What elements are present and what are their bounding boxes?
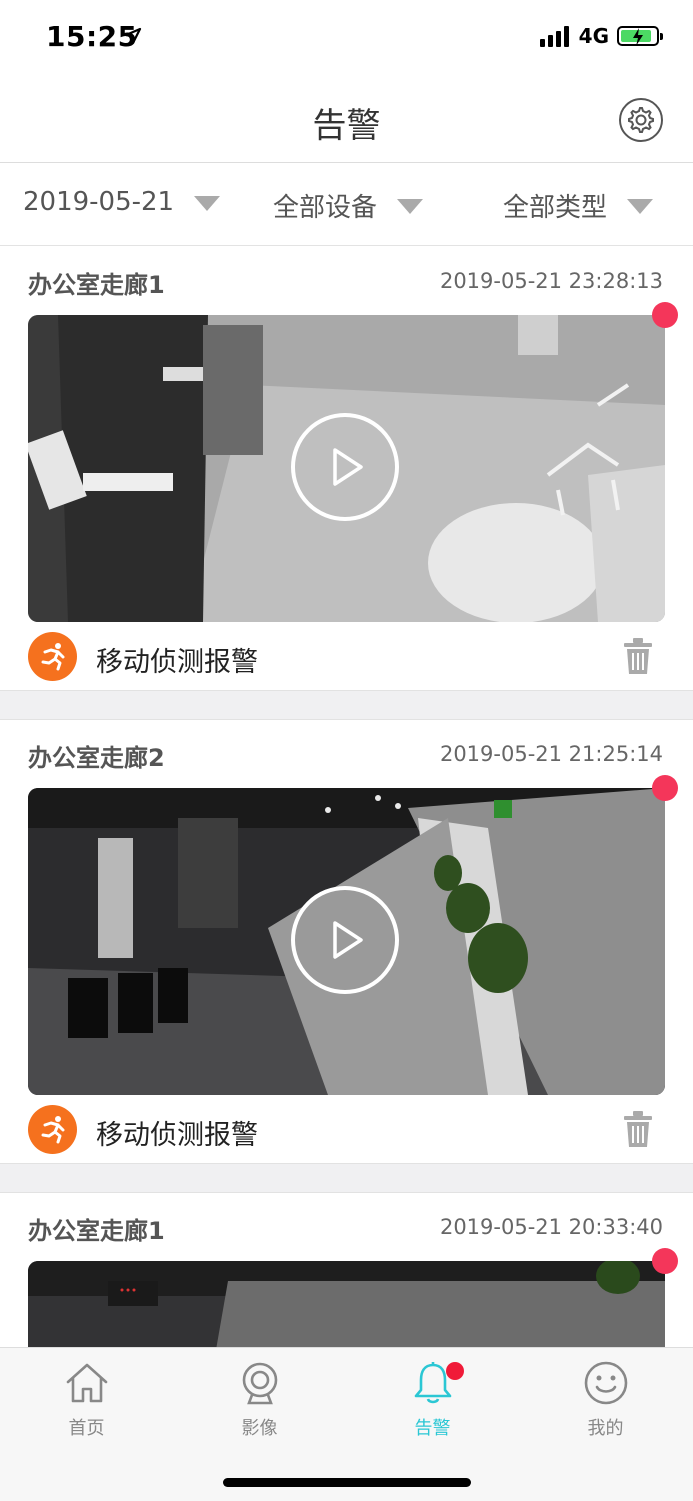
date-filter-label: 2019-05-21 xyxy=(23,187,175,217)
type-filter-label: 全部类型 xyxy=(503,193,608,223)
header: 告警 xyxy=(0,76,693,163)
home-indicator xyxy=(223,1478,471,1487)
running-person-icon xyxy=(28,632,77,681)
device-filter-label: 全部设备 xyxy=(273,193,378,223)
alarm-time: 2019-05-21 20:33:40 xyxy=(439,1215,663,1239)
tab-label: 告警 xyxy=(414,1418,451,1439)
alarm-type: 移动侦测报警 xyxy=(96,1120,258,1151)
trash-icon xyxy=(624,1111,652,1147)
tab-camera[interactable]: 影像 xyxy=(173,1358,346,1458)
delete-button[interactable] xyxy=(623,1110,653,1152)
filter-bar: 2019-05-21 全部设备 全部类型 xyxy=(0,163,693,246)
video-thumbnail[interactable] xyxy=(28,315,665,622)
alarm-card[interactable]: 办公室走廊2 2019-05-21 21:25:14 移动侦测报警 xyxy=(0,720,693,1163)
battery-icon xyxy=(617,26,663,46)
alarm-card[interactable]: 办公室走廊1 2019-05-21 20:33:40 xyxy=(0,1193,693,1347)
tab-home[interactable]: 首页 xyxy=(0,1358,173,1458)
settings-button[interactable] xyxy=(619,98,663,142)
video-thumbnail[interactable] xyxy=(28,1261,665,1347)
unread-dot xyxy=(652,1248,678,1274)
camera-icon xyxy=(242,1362,277,1405)
running-person-icon xyxy=(28,1105,77,1154)
device-name: 办公室走廊2 xyxy=(28,744,165,772)
tab-alarm[interactable]: 告警 xyxy=(346,1358,519,1458)
play-button[interactable] xyxy=(291,886,399,994)
page-title: 告警 xyxy=(312,106,381,146)
play-button[interactable] xyxy=(291,413,399,521)
alarm-list[interactable]: 办公室走廊1 2019-05-21 23:28:13 移动侦测报警 办公室走廊2… xyxy=(0,247,693,1347)
trash-icon xyxy=(624,638,652,674)
device-name: 办公室走廊1 xyxy=(28,1217,165,1245)
location-arrow-icon xyxy=(124,27,142,45)
home-icon xyxy=(66,1363,107,1403)
gear-icon xyxy=(628,107,654,133)
tab-label: 影像 xyxy=(241,1418,278,1439)
network-type: 4G xyxy=(578,24,609,48)
device-filter[interactable]: 全部设备 xyxy=(273,187,424,224)
card-separator xyxy=(0,690,693,720)
tab-profile[interactable]: 我的 xyxy=(519,1358,692,1458)
alarm-time: 2019-05-21 21:25:14 xyxy=(439,742,663,766)
alarm-info-row: 移动侦测报警 xyxy=(28,1105,665,1155)
caret-down-icon xyxy=(194,195,221,211)
unread-dot xyxy=(652,775,678,801)
video-thumbnail[interactable] xyxy=(28,788,665,1095)
type-filter[interactable]: 全部类型 xyxy=(503,187,654,224)
device-name: 办公室走廊1 xyxy=(28,271,165,299)
status-bar: 15:25 4G xyxy=(0,0,693,76)
caret-down-icon xyxy=(397,199,424,214)
play-icon xyxy=(333,448,363,486)
alarm-card[interactable]: 办公室走廊1 2019-05-21 23:28:13 移动侦测报警 xyxy=(0,247,693,690)
date-filter[interactable]: 2019-05-21 xyxy=(23,187,221,217)
caret-down-icon xyxy=(627,199,654,214)
card-separator xyxy=(0,1163,693,1193)
alarm-info-row: 移动侦测报警 xyxy=(28,632,665,682)
unread-dot xyxy=(652,302,678,328)
tab-label: 首页 xyxy=(68,1418,105,1439)
tab-label: 我的 xyxy=(587,1418,624,1439)
play-icon xyxy=(333,921,363,959)
delete-button[interactable] xyxy=(623,637,653,679)
smile-icon xyxy=(584,1361,627,1405)
alarm-time: 2019-05-21 23:28:13 xyxy=(439,269,663,293)
signal-icon xyxy=(539,25,569,47)
alarm-type: 移动侦测报警 xyxy=(96,647,258,678)
notification-badge xyxy=(446,1362,464,1380)
